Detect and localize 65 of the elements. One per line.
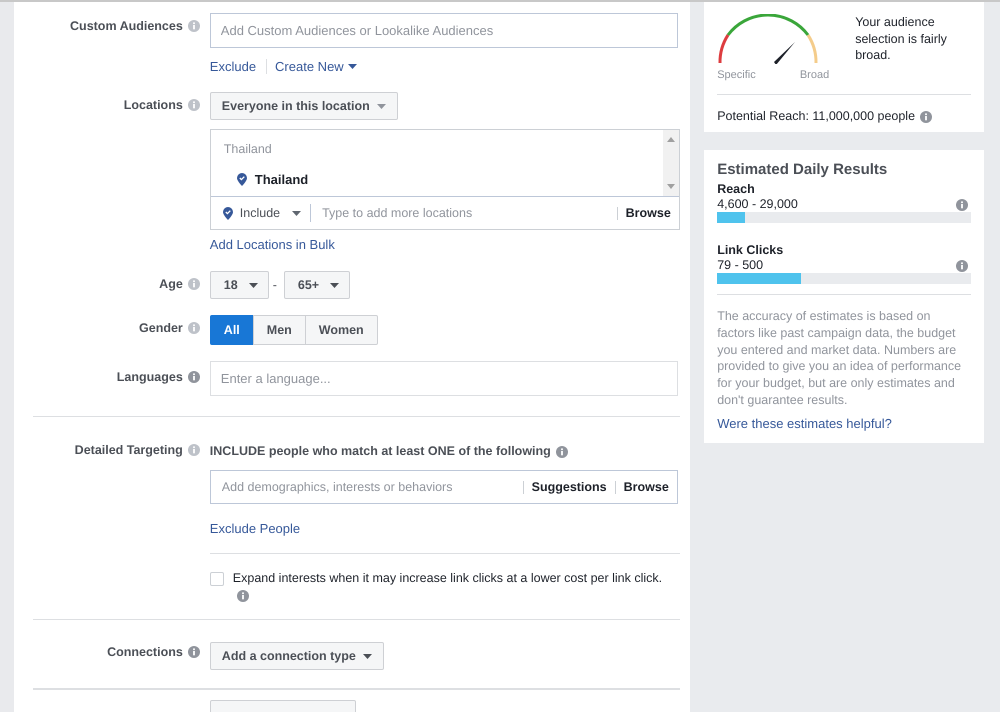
caret-icon bbox=[330, 282, 340, 288]
caret-icon bbox=[292, 210, 302, 216]
age-max-dropdown[interactable]: 65+ bbox=[284, 271, 350, 299]
metric-name: Link Clicks bbox=[717, 243, 784, 257]
info-icon[interactable] bbox=[236, 590, 249, 602]
info-icon[interactable] bbox=[188, 278, 200, 290]
field-label: Connections bbox=[107, 645, 183, 659]
info-icon[interactable] bbox=[956, 260, 968, 272]
browse-button[interactable]: Browse bbox=[616, 480, 677, 494]
location-item[interactable]: Thailand bbox=[254, 172, 308, 187]
checkbox[interactable] bbox=[210, 572, 224, 586]
potential-reach: Potential Reach: 11,000,000 people bbox=[717, 109, 916, 123]
caret-icon bbox=[376, 104, 386, 108]
scroll-up-icon[interactable] bbox=[666, 137, 675, 142]
location-pin-icon bbox=[222, 206, 233, 220]
info-icon[interactable] bbox=[188, 444, 200, 456]
connection-type-dropdown[interactable]: Add a connection type bbox=[210, 642, 384, 670]
custom-audiences-field[interactable]: Add Custom Audiences or Lookalike Audiences bbox=[210, 13, 678, 48]
targeting-search-field[interactable]: Add demographics, interests or behaviors Suggestions Browse bbox=[210, 470, 678, 504]
field-label: Locations bbox=[124, 98, 183, 112]
gauge-label: Specific bbox=[717, 69, 756, 81]
disclaimer-text: The accuracy of estimates is based on factors like past campaign data, the budget you entered and market data. Numbers are provided to give you an idea of performance for your budget, but are only estimates and don't guarantee results. bbox=[717, 308, 962, 409]
link[interactable]: Create New bbox=[275, 58, 357, 74]
gender-option[interactable]: Women bbox=[304, 315, 378, 345]
info-icon[interactable] bbox=[188, 646, 200, 658]
field-label: Detailed Targeting bbox=[74, 443, 183, 457]
caret-icon bbox=[348, 64, 357, 68]
metric-range: 79 - 500 bbox=[717, 258, 764, 272]
feedback-link[interactable]: Were these estimates helpful? bbox=[717, 416, 892, 431]
browse-button[interactable]: Browse bbox=[618, 206, 679, 220]
audience-message: Your audience selection is fairly broad. bbox=[855, 14, 948, 64]
field-label: Gender bbox=[139, 321, 183, 335]
age-min-dropdown[interactable]: 18 bbox=[210, 271, 269, 299]
info-icon[interactable] bbox=[188, 371, 200, 383]
gender-option[interactable]: All bbox=[210, 315, 254, 345]
include-instruction: INCLUDE people who match at least ONE of the following bbox=[210, 444, 551, 458]
field-label: Custom Audiences bbox=[70, 19, 183, 33]
info-icon[interactable] bbox=[956, 198, 968, 210]
include-dropdown[interactable]: Include bbox=[232, 206, 302, 220]
caret-icon bbox=[362, 654, 372, 658]
caret-icon bbox=[248, 282, 258, 288]
link[interactable]: Add Locations in Bulk bbox=[210, 237, 335, 252]
scroll-down-icon[interactable] bbox=[666, 184, 675, 189]
field-label: Age bbox=[159, 277, 183, 291]
card-title: Estimated Daily Results bbox=[717, 161, 888, 178]
range-separator: - bbox=[272, 278, 277, 292]
field-label: Languages bbox=[116, 370, 183, 384]
info-icon[interactable] bbox=[188, 322, 200, 334]
link[interactable]: Exclude People bbox=[210, 521, 300, 536]
location-pin-icon bbox=[236, 173, 247, 186]
suggestions-button[interactable]: Suggestions bbox=[524, 480, 615, 494]
info-icon[interactable] bbox=[188, 20, 200, 32]
checkbox-label: Expand interests when it may increase link clicks at a lower cost per link click. bbox=[232, 571, 662, 585]
info-icon[interactable] bbox=[188, 99, 200, 111]
metric-name: Reach bbox=[717, 182, 756, 196]
gender-option[interactable]: Men bbox=[252, 315, 306, 345]
location-mode-dropdown[interactable]: Everyone in this location bbox=[210, 92, 398, 120]
gauge-label: Broad bbox=[800, 69, 830, 81]
link[interactable]: Exclude bbox=[210, 58, 256, 74]
scrollbar[interactable] bbox=[662, 130, 679, 196]
info-icon[interactable] bbox=[920, 110, 932, 122]
metric-range: 4,600 - 29,000 bbox=[717, 197, 798, 211]
list-heading: Thailand bbox=[224, 142, 273, 156]
language-field[interactable]: Enter a language... bbox=[210, 361, 678, 396]
info-icon[interactable] bbox=[556, 446, 568, 458]
